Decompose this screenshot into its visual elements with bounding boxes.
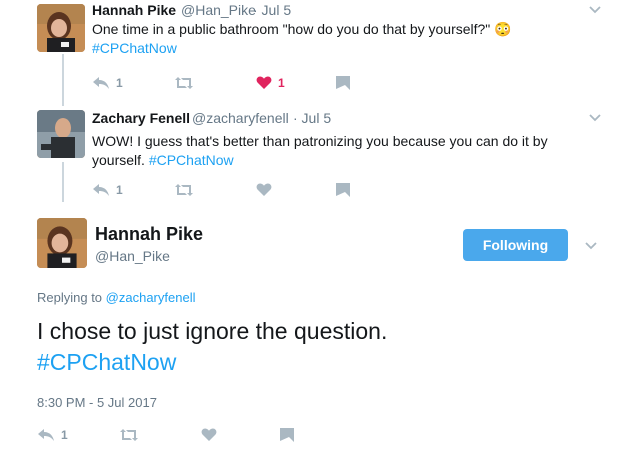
hashtag-link[interactable]: #CPChatNow bbox=[92, 39, 177, 58]
author-handle[interactable]: @Han_Pike bbox=[181, 2, 256, 18]
author-name[interactable]: Hannah Pike bbox=[95, 224, 203, 245]
reply-icon bbox=[93, 77, 109, 89]
heart-icon bbox=[256, 76, 272, 89]
hashtag-link[interactable]: #CPChatNow bbox=[149, 152, 234, 168]
author-name[interactable]: Hannah Pike bbox=[92, 2, 176, 18]
direct-message-icon bbox=[280, 428, 294, 442]
avatar-image bbox=[37, 4, 85, 52]
avatar-image bbox=[37, 110, 85, 158]
tweet-date[interactable]: · Jul 5 bbox=[253, 2, 291, 18]
retweet-button[interactable] bbox=[174, 76, 194, 90]
direct-message-button[interactable] bbox=[336, 183, 350, 197]
reply-count: 1 bbox=[116, 76, 123, 90]
replying-handle-link[interactable]: @zacharyfenell bbox=[106, 290, 196, 305]
hashtag-link[interactable]: #CPChatNow bbox=[37, 347, 176, 378]
tweet-actions: 1 1 bbox=[92, 76, 392, 94]
avatar[interactable] bbox=[37, 218, 87, 268]
tweet-text-body: yourself. bbox=[92, 152, 145, 168]
chevron-down-icon[interactable] bbox=[589, 114, 601, 122]
like-button[interactable] bbox=[256, 183, 272, 197]
like-button[interactable]: 1 bbox=[256, 76, 285, 90]
chevron-down-icon[interactable] bbox=[589, 6, 601, 14]
reply-button[interactable]: 1 bbox=[37, 428, 68, 442]
heart-icon bbox=[256, 183, 272, 196]
avatar[interactable] bbox=[37, 110, 85, 158]
reply-icon bbox=[93, 184, 109, 196]
thread-connector bbox=[62, 54, 64, 106]
avatar[interactable] bbox=[37, 4, 85, 52]
direct-message-icon bbox=[336, 183, 350, 197]
author-name[interactable]: Zachary Fenell bbox=[92, 110, 190, 126]
tweet-date[interactable]: · Jul 5 bbox=[293, 110, 331, 126]
direct-message-button[interactable] bbox=[336, 76, 350, 90]
retweet-icon bbox=[175, 77, 193, 89]
retweet-icon bbox=[175, 184, 193, 196]
tweet-text-body: One time in a public bathroom "how do yo… bbox=[92, 21, 491, 37]
main-tweet-text: I chose to just ignore the question. bbox=[37, 318, 388, 344]
like-count: 1 bbox=[278, 76, 285, 90]
thread-connector bbox=[62, 162, 64, 202]
reply-icon bbox=[38, 429, 54, 441]
following-button[interactable]: Following bbox=[463, 229, 568, 261]
avatar-image bbox=[37, 218, 87, 268]
author-handle[interactable]: @zacharyfenell bbox=[192, 110, 289, 126]
reply-button[interactable]: 1 bbox=[92, 183, 123, 197]
tweet-actions: 1 bbox=[37, 428, 337, 446]
tweet-actions: 1 bbox=[92, 183, 392, 201]
tweet-timestamp[interactable]: 8:30 PM - 5 Jul 2017 bbox=[37, 395, 157, 410]
replying-to: Replying to @zacharyfenell bbox=[37, 290, 195, 305]
emoji: 😳 bbox=[494, 21, 512, 37]
reply-count: 1 bbox=[116, 183, 123, 197]
like-button[interactable] bbox=[201, 428, 217, 442]
author-handle[interactable]: @Han_Pike bbox=[95, 248, 170, 264]
reply-count: 1 bbox=[61, 428, 68, 442]
direct-message-icon bbox=[336, 76, 350, 90]
chevron-down-icon[interactable] bbox=[585, 242, 597, 250]
replying-prefix: Replying to bbox=[37, 290, 103, 305]
tweet-text: One time in a public bathroom "how do yo… bbox=[92, 20, 512, 39]
direct-message-button[interactable] bbox=[280, 428, 294, 442]
retweet-icon bbox=[120, 429, 138, 441]
reply-button[interactable]: 1 bbox=[92, 76, 123, 90]
retweet-button[interactable] bbox=[119, 428, 139, 442]
heart-icon bbox=[201, 428, 217, 441]
tweet-text: yourself. #CPChatNow bbox=[92, 151, 234, 170]
tweet-text-line: WOW! I guess that's better than patroniz… bbox=[92, 133, 548, 149]
retweet-button[interactable] bbox=[174, 183, 194, 197]
